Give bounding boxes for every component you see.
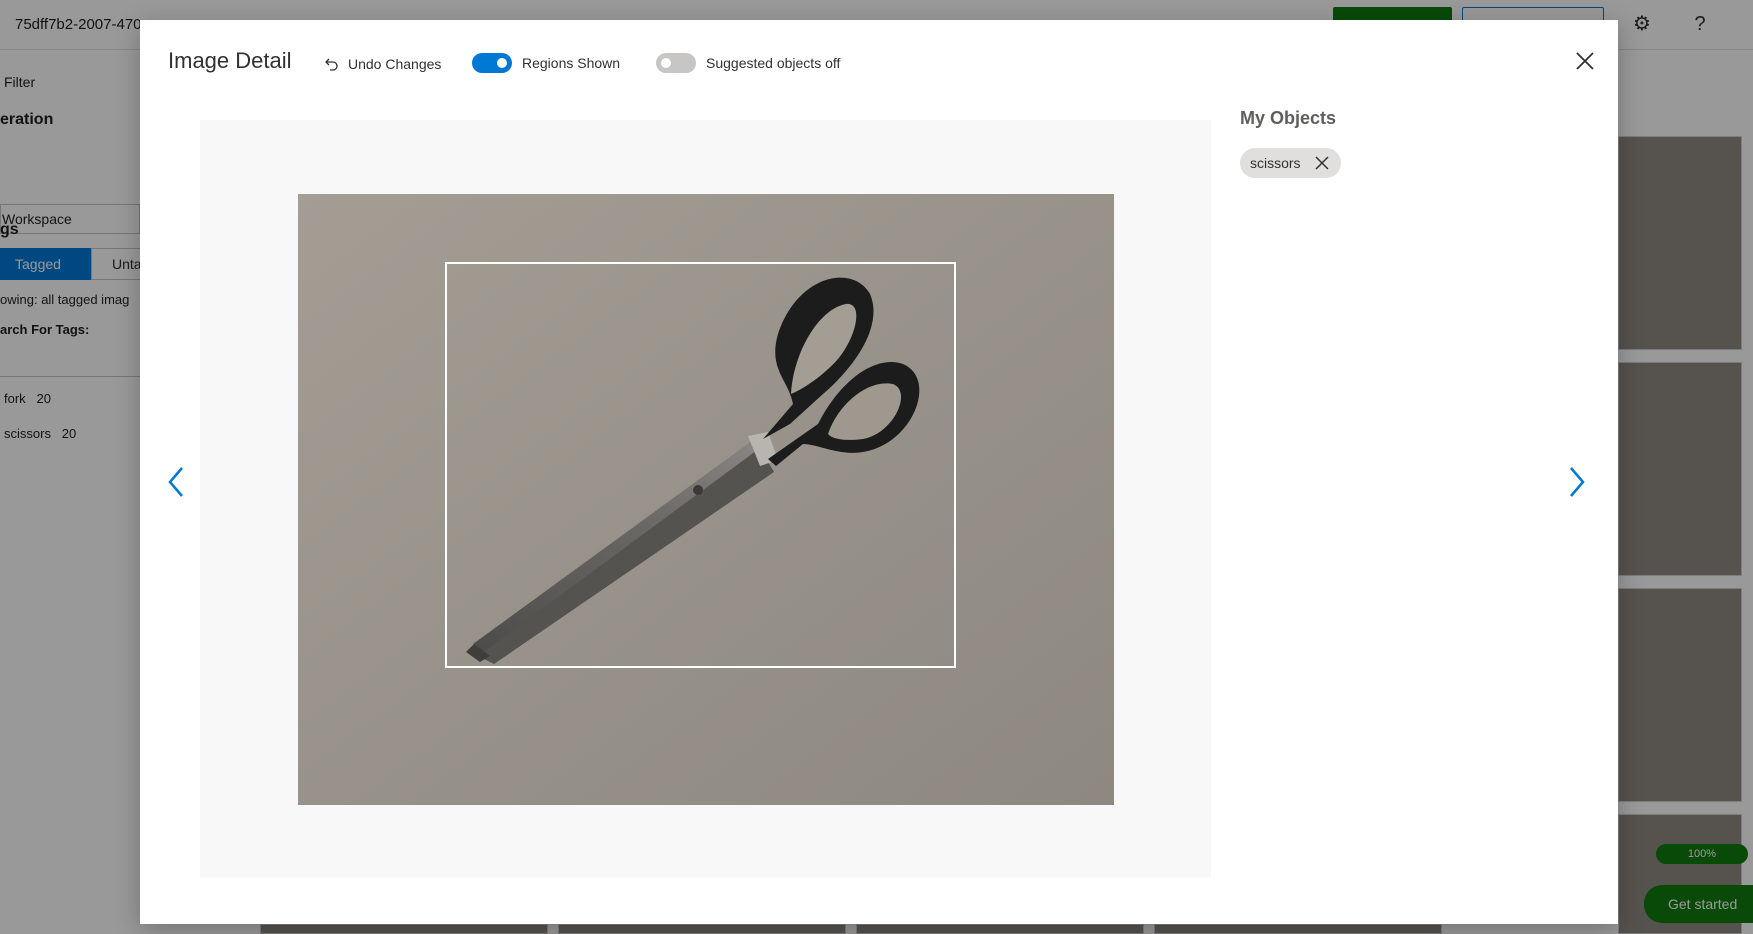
image-detail-dialog: Image Detail Undo Changes Regions Shown … (140, 20, 1618, 924)
toggle-switch[interactable] (656, 53, 696, 73)
undo-icon (325, 58, 338, 71)
toggle-knob (497, 58, 507, 68)
chevron-left-icon[interactable] (162, 462, 192, 502)
toggle-knob (661, 58, 671, 68)
chevron-right-icon[interactable] (1561, 462, 1591, 502)
regions-toggle-label: Regions Shown (522, 55, 621, 71)
remove-tag-icon[interactable] (1315, 156, 1329, 170)
my-objects-heading: My Objects (1240, 108, 1337, 128)
regions-shown-toggle[interactable]: Regions Shown (472, 50, 620, 76)
undo-label: Undo Changes (348, 56, 442, 72)
close-icon[interactable] (1572, 48, 1598, 74)
toggle-switch[interactable] (472, 53, 512, 73)
scissors-photo (298, 194, 1114, 805)
suggested-toggle-label: Suggested objects off (706, 55, 841, 71)
suggested-objects-toggle[interactable]: Suggested objects off (656, 50, 840, 76)
region-box[interactable] (445, 262, 956, 668)
object-tag-chip[interactable]: scissors (1240, 148, 1341, 178)
object-tag-label: scissors (1250, 155, 1301, 171)
dialog-title: Image Detail (168, 48, 292, 73)
undo-changes-button[interactable]: Undo Changes (324, 51, 441, 77)
image-canvas (200, 120, 1211, 878)
